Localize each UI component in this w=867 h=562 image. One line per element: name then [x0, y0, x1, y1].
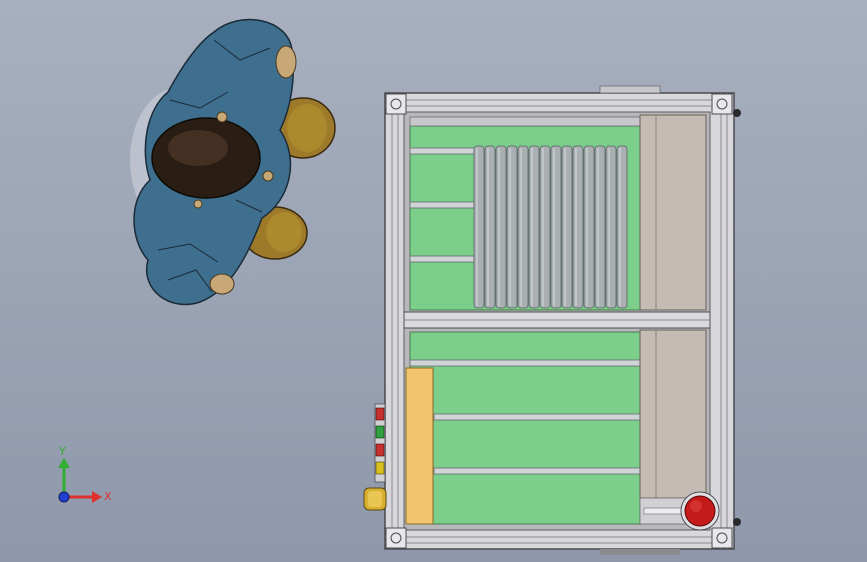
roller — [484, 145, 496, 309]
corner-bracket-br — [711, 527, 733, 549]
indicator-light-yellow — [375, 461, 385, 475]
lower-side-panel — [639, 329, 707, 499]
roller — [528, 145, 540, 309]
start-button[interactable] — [363, 487, 387, 511]
roller — [616, 145, 628, 309]
roller — [473, 145, 485, 309]
orange-plate — [405, 367, 434, 525]
roller — [506, 145, 518, 309]
upper-bay[interactable] — [409, 114, 707, 311]
corner-bracket-bl — [385, 527, 407, 549]
roller — [605, 145, 617, 309]
lower-bay[interactable] — [405, 329, 711, 525]
assembly-scene[interactable]: Y X — [0, 0, 867, 562]
roller — [495, 145, 507, 309]
coordinate-triad[interactable]: Y X — [58, 445, 112, 503]
roller — [539, 145, 551, 309]
emergency-stop-button[interactable] — [680, 491, 720, 531]
corner-bracket-tl — [385, 93, 407, 115]
indicator-light-column — [374, 403, 386, 483]
z-axis-dot — [58, 491, 70, 503]
indicator-light-red-1 — [375, 407, 385, 421]
indicator-light-green — [375, 425, 385, 439]
upper-side-panel — [639, 114, 707, 311]
roller — [517, 145, 529, 309]
roller — [583, 145, 595, 309]
operator-model[interactable] — [130, 18, 336, 306]
operator-hand-upper — [275, 45, 297, 79]
corner-bracket-tr — [711, 93, 733, 115]
roller — [594, 145, 606, 309]
roller — [550, 145, 562, 309]
cad-viewport[interactable]: Y X — [0, 0, 867, 562]
x-axis-label: X — [104, 490, 112, 503]
indicator-light-red-2 — [375, 443, 385, 457]
y-axis-label: Y — [58, 445, 66, 458]
operator-hand-lower — [209, 273, 235, 295]
roller — [561, 145, 573, 309]
roller — [572, 145, 584, 309]
